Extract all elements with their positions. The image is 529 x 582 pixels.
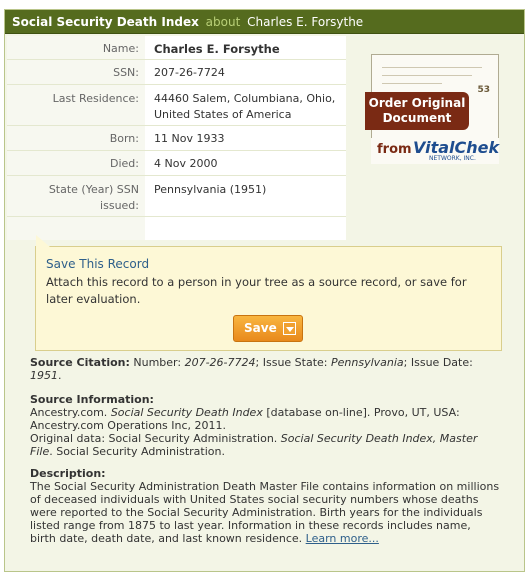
citation-state: Pennsylvania [331, 356, 404, 369]
citation-date-label: ; Issue Date: [403, 356, 473, 369]
record-row-died: Died: 4 Nov 2000 [7, 151, 346, 176]
header-about: about [205, 15, 241, 29]
panel-header: Social Security Death Index about Charle… [5, 10, 524, 34]
died-label: Died: [110, 157, 139, 170]
learn-more-link[interactable]: Learn more... [306, 532, 379, 545]
vitalchek-logo: from VitalChek NETWORK, INC. [371, 138, 499, 164]
document-number: 53 [477, 85, 490, 95]
save-button-label: Save [244, 321, 277, 335]
collection-title[interactable]: Social Security Death Index [12, 15, 199, 29]
ssn-value: 207-26-7724 [154, 66, 225, 79]
source-information: Source Information: Ancestry.com. Social… [30, 393, 500, 458]
record-row-born: Born: 11 Nov 1933 [7, 126, 346, 151]
source-citation-heading: Source Citation: [30, 356, 130, 369]
source-info-line2-a: Original data: Social Security Administr… [30, 432, 278, 445]
record-row-residence: Last Residence: 44460 Salem, Columbiana,… [7, 85, 346, 126]
description-heading: Description: [30, 467, 106, 480]
description-text: The Social Security Administration Death… [30, 480, 500, 545]
source-info-database-title: Social Security Death Index [110, 406, 263, 419]
dropdown-arrow-icon[interactable] [283, 322, 296, 335]
save-record-title: Save This Record [46, 257, 150, 271]
logo-network: NETWORK, INC. [429, 155, 476, 162]
record-row-ssn-issued: State (Year) SSN issued: Pennsylvania (1… [7, 176, 346, 217]
citation-number: 207-26-7724 [184, 356, 256, 369]
ssn-label: SSN: [113, 66, 139, 79]
source-citation: Source Citation: Number: 207-26-7724; Is… [30, 356, 473, 382]
source-info-line1-a: Ancestry.com. [30, 406, 108, 419]
record-table: Name: Charles E. Forsythe SSN: 207-26-77… [7, 36, 346, 240]
born-label: Born: [109, 132, 139, 145]
record-panel: Social Security Death Index about Charle… [4, 9, 525, 572]
ssn-issued-value: Pennsylvania (1951) [154, 183, 267, 196]
born-value: 11 Nov 1933 [154, 132, 225, 145]
died-value: 4 Nov 2000 [154, 157, 218, 170]
logo-from: from [377, 142, 412, 157]
ssn-issued-label: State (Year) SSN issued: [48, 183, 139, 212]
order-document-ad[interactable]: 53 Order Original Document from VitalChe… [365, 52, 505, 167]
residence-value: 44460 Salem, Columbiana, Ohio, United St… [154, 92, 336, 121]
save-button[interactable]: Save [233, 315, 303, 342]
person-name-header: Charles E. Forsythe [247, 15, 364, 29]
name-value: Charles E. Forsythe [154, 42, 280, 56]
record-row-name: Name: Charles E. Forsythe [7, 36, 346, 60]
citation-number-label: Number: [133, 356, 182, 369]
citation-date: 1951 [30, 369, 58, 382]
save-record-description: Attach this record to a person in your t… [46, 275, 467, 306]
source-info-line2-b: . Social Security Administration. [49, 445, 225, 458]
description: Description: The Social Security Adminis… [30, 467, 500, 545]
callout-pointer [36, 235, 50, 247]
source-information-heading: Source Information: [30, 393, 154, 406]
order-original-document-banner[interactable]: Order Original Document [365, 92, 469, 130]
record-row-ssn: SSN: 207-26-7724 [7, 60, 346, 85]
residence-label: Last Residence: [52, 92, 139, 105]
save-record-box: Save This Record Attach this record to a… [35, 235, 502, 351]
citation-state-label: ; Issue State: [255, 356, 328, 369]
name-label: Name: [102, 42, 139, 55]
